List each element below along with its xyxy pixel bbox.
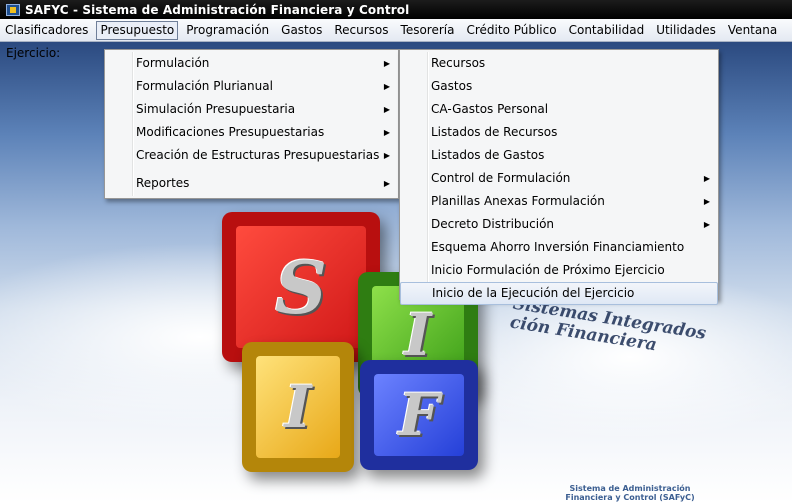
app-icon	[6, 3, 20, 16]
menu-item-label: Decreto Distribución	[431, 217, 555, 231]
menu-item-gastos[interactable]: Gastos	[400, 75, 718, 98]
menu-item-label: Esquema Ahorro Inversión Financiamiento	[431, 240, 685, 254]
menu-item-formulacion[interactable]: Formulación ▶	[105, 52, 398, 75]
menu-item-label: Listados de Gastos	[431, 148, 545, 162]
ejercicio-label: Ejercicio:	[6, 46, 61, 60]
logo-cube-f: F	[360, 360, 478, 470]
menu-item-label: Listados de Recursos	[431, 125, 558, 139]
menu-utilidades[interactable]: Utilidades	[652, 21, 720, 40]
logo-footer-line: Financiera y Control (SAFyC)	[565, 493, 695, 502]
logo-letter-s: S	[275, 244, 327, 330]
presupuesto-dropdown: Formulación ▶ Formulación Plurianual ▶ S…	[104, 49, 399, 199]
menu-item-creacion-estructuras[interactable]: Creación de Estructuras Presupuestarias …	[105, 144, 398, 167]
menu-item-ca-gastos-personal[interactable]: CA-Gastos Personal	[400, 98, 718, 121]
menu-contabilidad[interactable]: Contabilidad	[565, 21, 649, 40]
menu-item-reportes[interactable]: Reportes ▶	[105, 172, 398, 195]
submenu-arrow-icon: ▶	[383, 82, 390, 91]
menu-item-label: Gastos	[431, 79, 473, 93]
logo-letter-f: F	[398, 381, 440, 449]
menu-presupuesto[interactable]: Presupuesto	[96, 20, 179, 40]
menu-item-label: Formulación	[136, 56, 210, 70]
menu-item-label: CA-Gastos Personal	[431, 102, 549, 116]
menu-ventana[interactable]: Ventana	[724, 21, 781, 40]
logo-letter-i: I	[284, 373, 312, 441]
menu-tesoreria[interactable]: Tesorería	[397, 21, 459, 40]
menu-item-simulacion-presupuestaria[interactable]: Simulación Presupuestaria ▶	[105, 98, 398, 121]
submenu-arrow-icon: ▶	[383, 59, 390, 68]
submenu-arrow-icon: ▶	[703, 220, 710, 229]
submenu-arrow-icon: ▶	[383, 105, 390, 114]
menu-item-recursos[interactable]: Recursos	[400, 52, 718, 75]
title-bar: SAFYC - Sistema de Administración Financ…	[0, 0, 792, 19]
menu-item-label: Creación de Estructuras Presupuestarias	[136, 148, 380, 162]
menu-item-label: Modificaciones Presupuestarias	[136, 125, 325, 139]
submenu-arrow-icon: ▶	[383, 151, 390, 160]
window-title: SAFYC - Sistema de Administración Financ…	[25, 2, 410, 17]
menu-bar: Clasificadores Presupuesto Programación …	[0, 19, 792, 42]
submenu-arrow-icon: ▶	[703, 174, 710, 183]
submenu-arrow-icon: ▶	[383, 128, 390, 137]
menu-item-label: Reportes	[136, 176, 190, 190]
menu-item-label: Inicio de la Ejecución del Ejercicio	[432, 286, 635, 300]
logo-cube-s: S	[222, 212, 380, 362]
menu-item-label: Formulación Plurianual	[136, 79, 273, 93]
menu-item-label: Simulación Presupuestaria	[136, 102, 296, 116]
submenu-arrow-icon: ▶	[383, 179, 390, 188]
logo-letter-i: I	[404, 300, 432, 369]
menu-credito-publico[interactable]: Crédito Público	[462, 21, 560, 40]
menu-item-label: Inicio Formulación de Próximo Ejercicio	[431, 263, 665, 277]
menu-gastos[interactable]: Gastos	[277, 21, 326, 40]
menu-item-planillas-anexas[interactable]: Planillas Anexas Formulación ▶	[400, 190, 718, 213]
menu-item-esquema-ahorro[interactable]: Esquema Ahorro Inversión Financiamiento	[400, 236, 718, 259]
menu-programacion[interactable]: Programación	[182, 21, 273, 40]
menu-item-control-formulacion[interactable]: Control de Formulación ▶	[400, 167, 718, 190]
menu-item-modificaciones-presupuestarias[interactable]: Modificaciones Presupuestarias ▶	[105, 121, 398, 144]
menu-item-label: Recursos	[431, 56, 486, 70]
menu-item-formulacion-plurianual[interactable]: Formulación Plurianual ▶	[105, 75, 398, 98]
menu-item-listados-gastos[interactable]: Listados de Gastos	[400, 144, 718, 167]
logo-footer-line: Sistema de Administración	[569, 484, 691, 493]
formulacion-submenu: Recursos Gastos CA-Gastos Personal Lista…	[399, 49, 719, 305]
menu-item-inicio-formulacion-proximo[interactable]: Inicio Formulación de Próximo Ejercicio	[400, 259, 718, 282]
menu-item-listados-recursos[interactable]: Listados de Recursos	[400, 121, 718, 144]
menu-item-inicio-ejecucion[interactable]: Inicio de la Ejecución del Ejercicio	[400, 282, 718, 305]
logo-footer: Sistema de Administración Financiera y C…	[520, 484, 740, 502]
menu-item-label: Control de Formulación	[431, 171, 571, 185]
logo-cube-i-yellow: I	[242, 342, 354, 472]
menu-item-decreto-distribucion[interactable]: Decreto Distribución ▶	[400, 213, 718, 236]
menu-recursos[interactable]: Recursos	[330, 21, 392, 40]
menu-clasificadores[interactable]: Clasificadores	[1, 21, 92, 40]
submenu-arrow-icon: ▶	[703, 197, 710, 206]
menu-item-label: Planillas Anexas Formulación	[431, 194, 605, 208]
